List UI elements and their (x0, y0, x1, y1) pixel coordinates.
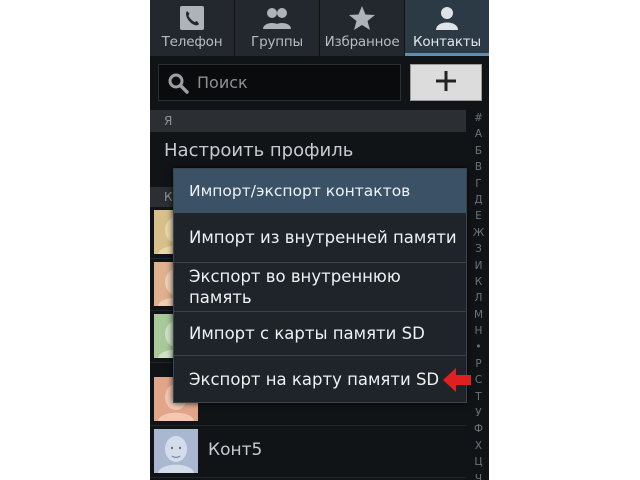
index-letter[interactable]: Д (474, 192, 482, 208)
index-letter[interactable]: Н (475, 323, 483, 339)
index-letter[interactable]: А (475, 126, 482, 142)
tab-favorites[interactable]: Избранное (320, 0, 405, 56)
search-input[interactable] (195, 72, 379, 93)
index-letter[interactable]: Ж (473, 225, 484, 241)
index-letter[interactable]: # (474, 110, 483, 126)
import-export-menu: Импорт/экспорт контактов Импорт из внутр… (173, 168, 467, 403)
groups-icon (261, 2, 293, 34)
menu-item-import-sd[interactable]: Импорт с карты памяти SD (174, 312, 466, 356)
index-letter[interactable]: • (475, 339, 481, 355)
menu-item-import-internal[interactable]: Импорт из внутренней памяти (174, 213, 466, 263)
index-letter[interactable]: Ч (475, 471, 482, 480)
index-letter[interactable]: К (475, 274, 482, 290)
index-letter[interactable]: Л (475, 290, 483, 306)
index-letter[interactable]: Г (475, 176, 481, 192)
menu-item-export-sd[interactable]: Экспорт на карту памяти SD (174, 356, 466, 402)
index-letter[interactable]: З (475, 241, 482, 257)
contact-row[interactable]: Конт5 (150, 426, 466, 478)
index-letter[interactable]: Б (475, 143, 482, 159)
tab-label: Контакты (413, 34, 481, 50)
section-header-me: Я (150, 110, 466, 132)
index-letter[interactable]: В (475, 159, 482, 175)
index-letter[interactable]: Р (475, 356, 481, 372)
tab-label: Избранное (324, 34, 400, 50)
star-icon (348, 2, 376, 34)
tab-groups[interactable]: Группы (235, 0, 320, 56)
tab-label: Телефон (161, 34, 223, 50)
tab-bar: Телефон Группы Избранное Контакты (150, 0, 489, 56)
index-letter[interactable]: И (475, 258, 483, 274)
index-letter[interactable]: Х (475, 438, 482, 454)
search-box[interactable] (158, 64, 401, 101)
menu-title: Импорт/экспорт контактов (174, 169, 466, 213)
contact-name: Конт5 (208, 440, 263, 460)
alphabet-index[interactable]: # А Б В Г Д Е Ж З И К Л М Н • Р С Т У Ф Х Ц Ч (468, 110, 489, 480)
contact-icon (433, 2, 461, 34)
tab-label: Группы (251, 34, 303, 50)
plus-icon (435, 70, 457, 96)
add-contact-button[interactable] (410, 64, 482, 101)
avatar (154, 429, 198, 473)
index-letter[interactable]: Т (475, 389, 481, 405)
search-icon (167, 72, 189, 94)
index-letter[interactable]: У (475, 405, 481, 421)
phone-icon (179, 2, 205, 34)
index-letter[interactable]: С (475, 372, 482, 388)
index-letter[interactable]: Ф (474, 421, 483, 437)
menu-item-export-internal[interactable]: Экспорт во внутреннюю память (174, 263, 466, 312)
index-letter[interactable]: Ц (474, 454, 482, 470)
red-arrow-icon (443, 367, 471, 397)
set-profile-item[interactable]: Настроить профиль (164, 140, 353, 161)
tab-contacts[interactable]: Контакты (405, 0, 489, 56)
search-row (158, 64, 482, 101)
index-letter[interactable]: М (474, 307, 483, 323)
index-letter[interactable]: Е (475, 208, 482, 224)
tab-phone[interactable]: Телефон (150, 0, 235, 56)
